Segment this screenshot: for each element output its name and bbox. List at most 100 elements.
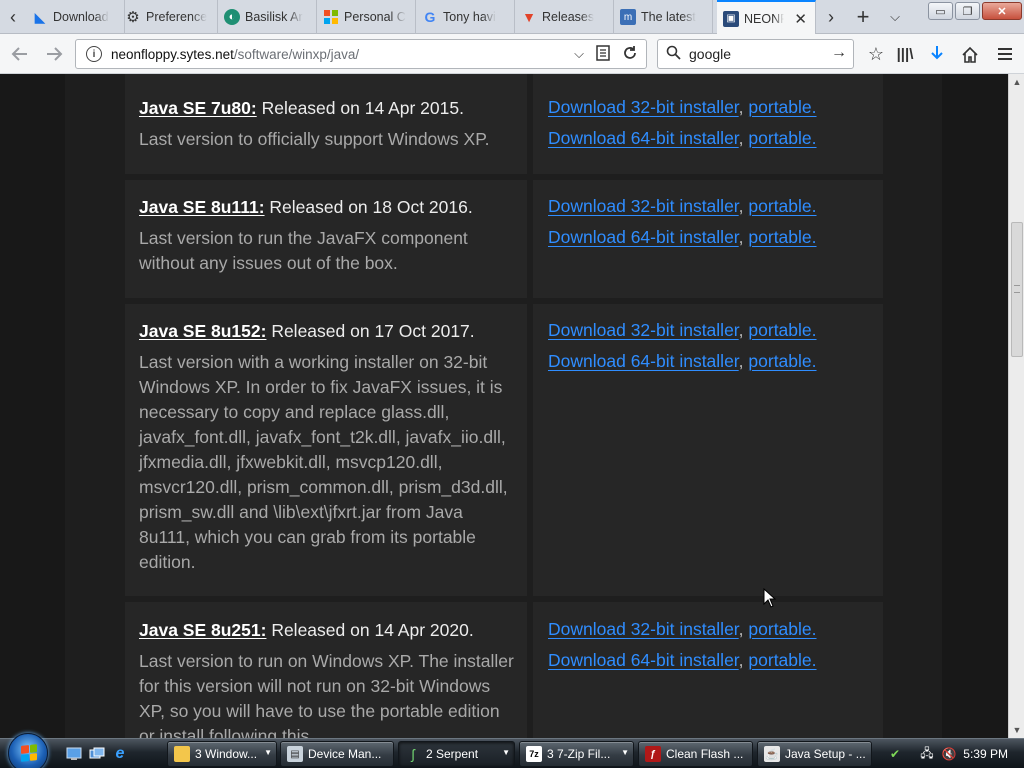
menu-hamburger-icon[interactable] xyxy=(993,42,1017,66)
chevron-down-icon: ▼ xyxy=(621,748,629,757)
google-icon: G xyxy=(424,9,436,25)
restore-button[interactable]: ❐ xyxy=(955,2,980,20)
entry-description: Last version to run on Windows XP. The i… xyxy=(139,651,514,738)
tab-label: Releases xyxy=(542,10,595,24)
search-icon xyxy=(666,45,681,63)
safely-remove-hardware-icon[interactable]: ✔ xyxy=(886,746,904,762)
tab-label: Preference xyxy=(146,10,208,24)
tab-the-latest[interactable]: m The latest xyxy=(614,0,713,34)
forward-arrow-icon xyxy=(47,47,63,61)
download-links: Download 32-bit installer, portable. Dow… xyxy=(548,619,817,670)
url-bar[interactable]: i neonfloppy.sytes.net/software/winxp/ja… xyxy=(75,39,647,69)
scroll-tabs-right-button[interactable]: › xyxy=(820,0,842,34)
task-label: 3 7-Zip Fil... xyxy=(547,747,611,761)
gear-icon: ⚙ xyxy=(126,9,140,26)
taskbar-button-java-setup[interactable]: ☕ Java Setup - ... xyxy=(757,741,872,767)
tab-label: The latest xyxy=(641,10,696,24)
taskbar-button-serpent[interactable]: ʃ 2 Serpent ▼ xyxy=(398,741,515,767)
reload-icon[interactable] xyxy=(622,45,638,64)
download-64bit-installer-link[interactable]: Download 64-bit installer xyxy=(548,227,739,247)
chevron-down-icon[interactable]: ⌵ xyxy=(574,46,584,62)
7zip-icon: 7z xyxy=(526,746,542,762)
task-label: 2 Serpent xyxy=(426,747,479,761)
show-desktop-icon[interactable] xyxy=(64,745,84,763)
drive-download-icon: ◣ xyxy=(34,8,46,25)
portable-64bit-link[interactable]: portable. xyxy=(748,351,816,371)
entry-heading: Java SE 8u251: Released on 14 Apr 2020. xyxy=(139,618,514,643)
taskbar-button-clean-flash[interactable]: ƒ Clean Flash ... xyxy=(638,741,753,767)
close-window-button[interactable]: ✕ xyxy=(982,2,1022,20)
volume-muted-icon[interactable]: 🔇 xyxy=(940,746,958,762)
scroll-up-arrow-icon[interactable]: ▲ xyxy=(1009,74,1024,90)
page-content: Java SE 7u80: Released on 14 Apr 2015. L… xyxy=(0,74,1008,738)
download-64bit-installer-link[interactable]: Download 64-bit installer xyxy=(548,351,739,371)
portable-64bit-link[interactable]: portable. xyxy=(748,128,816,148)
tab-google-search[interactable]: G Tony havi xyxy=(416,0,515,34)
close-tab-icon[interactable]: ✕ xyxy=(794,10,807,28)
version-link[interactable]: Java SE 8u111: xyxy=(139,197,265,217)
taskbar-button-device-manager[interactable]: ▤ Device Man... xyxy=(280,741,394,767)
scroll-down-arrow-icon[interactable]: ▼ xyxy=(1009,722,1024,738)
library-icon[interactable]: |||\ xyxy=(893,42,917,66)
internet-explorer-icon[interactable]: e xyxy=(110,745,130,763)
download-32bit-installer-link[interactable]: Download 32-bit installer xyxy=(548,320,739,340)
download-64bit-installer-link[interactable]: Download 64-bit installer xyxy=(548,650,739,670)
tab-download[interactable]: ◣ Download xyxy=(26,0,125,34)
list-all-tabs-button[interactable]: ⌵ xyxy=(884,0,906,34)
home-icon[interactable] xyxy=(958,42,982,66)
forward-button[interactable] xyxy=(40,40,68,68)
search-go-icon[interactable]: → xyxy=(831,44,847,62)
download-32bit-installer-link[interactable]: Download 32-bit installer xyxy=(548,619,739,639)
minimize-button[interactable]: ▭ xyxy=(928,2,953,20)
tab-releases[interactable]: ▼ Releases xyxy=(515,0,614,34)
tab-label: Tony havi xyxy=(443,10,496,24)
tab-label: Basilisk Ar xyxy=(245,10,303,24)
basilisk-icon: ◐ xyxy=(224,9,240,25)
site-info-icon[interactable]: i xyxy=(86,46,102,62)
scroll-tabs-left-button[interactable]: ‹ xyxy=(0,0,26,34)
navigation-toolbar: i neonfloppy.sytes.net/software/winxp/ja… xyxy=(0,34,1024,74)
portable-32bit-link[interactable]: portable. xyxy=(748,320,816,340)
tab-label: Download xyxy=(53,10,109,24)
download-links: Download 32-bit installer, portable. Dow… xyxy=(548,97,817,148)
portable-32bit-link[interactable]: portable. xyxy=(748,196,816,216)
tab-personal[interactable]: Personal C xyxy=(317,0,416,34)
java-entry-description: Java SE 8u152: Released on 17 Oct 2017. … xyxy=(139,319,517,575)
entry-description: Last version to officially support Windo… xyxy=(139,129,490,149)
entry-heading: Java SE 8u152: Released on 17 Oct 2017. xyxy=(139,319,517,344)
release-date: Released on 17 Oct 2017. xyxy=(266,321,475,341)
entry-heading: Java SE 7u80: Released on 14 Apr 2015. xyxy=(139,96,524,121)
clock[interactable]: 5:39 PM xyxy=(963,747,1008,761)
download-32bit-installer-link[interactable]: Download 32-bit installer xyxy=(548,196,739,216)
version-link[interactable]: Java SE 7u80: xyxy=(139,98,257,118)
download-64bit-installer-link[interactable]: Download 64-bit installer xyxy=(548,128,739,148)
portable-64bit-link[interactable]: portable. xyxy=(748,227,816,247)
downloads-icon[interactable] xyxy=(925,42,949,66)
taskbar-button-7zip[interactable]: 7z 3 7-Zip Fil... ▼ xyxy=(519,741,634,767)
portable-32bit-link[interactable]: portable. xyxy=(748,97,816,117)
reader-view-icon[interactable] xyxy=(596,44,610,64)
portable-32bit-link[interactable]: portable. xyxy=(748,619,816,639)
download-32bit-installer-link[interactable]: Download 32-bit installer xyxy=(548,97,739,117)
device-manager-icon: ▤ xyxy=(287,746,303,762)
start-button[interactable] xyxy=(8,733,48,768)
version-link[interactable]: Java SE 8u152: xyxy=(139,321,266,341)
search-input[interactable]: google → xyxy=(657,39,854,69)
tab-preferences[interactable]: ⚙ Preference xyxy=(119,0,218,34)
taskbar-button-explorer[interactable]: 3 Window... ▼ xyxy=(167,741,277,767)
version-link[interactable]: Java SE 8u251: xyxy=(139,620,266,640)
entry-heading: Java SE 8u111: Released on 18 Oct 2016. xyxy=(139,195,524,220)
vertical-scrollbar[interactable]: ▲ ▼ xyxy=(1008,74,1024,738)
back-button[interactable] xyxy=(6,40,34,68)
search-value: google xyxy=(689,46,732,62)
serpent-icon: ʃ xyxy=(411,746,415,762)
url-host: neonfloppy.sytes.net xyxy=(111,46,234,62)
tab-neonfloppy[interactable]: ▣ NEONF ✕ xyxy=(717,0,816,35)
new-tab-button[interactable]: + xyxy=(850,0,876,34)
network-icon[interactable]: 🖧 xyxy=(918,746,936,762)
tab-basilisk[interactable]: ◐ Basilisk Ar xyxy=(218,0,317,34)
scrollbar-thumb[interactable] xyxy=(1011,222,1023,357)
bookmark-star-icon[interactable]: ☆ xyxy=(864,42,888,66)
portable-64bit-link[interactable]: portable. xyxy=(748,650,816,670)
switch-windows-icon[interactable] xyxy=(87,745,107,763)
